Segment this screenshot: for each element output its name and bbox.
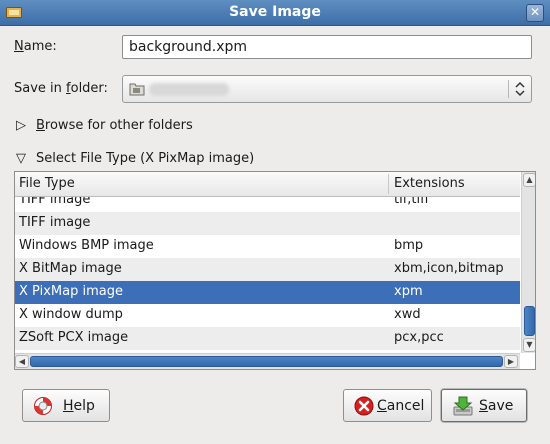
row-file-type: X BitMap image [19,261,122,276]
scroll-up-button[interactable]: ▲ [523,173,535,187]
name-label-rest: ame: [23,39,57,54]
row-file-type: X PixMap image [19,284,123,299]
table-row[interactable]: X window dump xwd [15,304,520,327]
save-mnemonic: S [479,398,488,414]
browse-label-rest: rowse for other folders [44,118,193,133]
save-label-rest: ave [487,398,514,414]
row-extensions: bmp [394,238,424,253]
scroll-left-button[interactable]: ◀ [15,355,29,368]
folder-name [149,83,229,96]
folder-label-rest: older: [70,81,108,96]
name-input[interactable]: background.xpm [122,35,532,59]
save-button[interactable]: Save [441,389,527,422]
row-extensions: xwd [394,307,421,322]
table-row-selected[interactable]: X PixMap image xpm [15,281,520,304]
filetype-expander-arrow-icon[interactable]: ▽ [16,151,26,166]
window-title: Save Image [229,4,321,20]
horizontal-scrollbar[interactable]: ◀ ▶ [15,353,520,369]
combo-updown-icon [515,81,525,97]
help-mnemonic: H [63,398,74,414]
folder-label-prefix: Save in [14,81,67,96]
help-button[interactable]: Help [22,389,110,422]
row-extensions: xpm [394,284,423,299]
horizontal-scroll-thumb[interactable] [30,356,503,367]
row-file-type: Windows BMP image [19,238,154,253]
close-button[interactable]: ✕ [526,4,544,22]
help-label: Help [63,398,95,414]
cancel-mnemonic: C [377,398,387,414]
chevron-up-icon: ▲ [526,175,533,184]
cancel-button[interactable]: Cancel [343,389,432,422]
name-label: Name: [14,39,57,54]
folder-combo[interactable] [122,75,532,103]
browse-expander-label[interactable]: Browse for other folders [36,118,193,133]
browse-mnemonic: B [36,118,45,133]
help-label-rest: elp [73,398,95,414]
save-icon [453,396,473,416]
filetype-expander-label[interactable]: Select File Type (X PixMap image) [36,151,254,166]
folder-label: Save in folder: [14,81,108,96]
column-separator [388,174,389,194]
name-label-mnemonic: N [14,39,24,54]
chevron-left-icon: ◀ [18,357,26,366]
scroll-down-button[interactable]: ▼ [523,338,535,352]
table-row[interactable]: X BitMap image xbm,icon,bitmap [15,258,520,281]
vertical-scroll-thumb[interactable] [524,306,535,336]
row-file-type: X window dump [19,307,123,322]
filetype-list[interactable]: File Type Extensions TIFF image tif,tiff… [14,171,536,370]
row-extensions: xbm,icon,bitmap [394,261,504,276]
table-row[interactable]: TIFF image [15,212,520,235]
column-header-extensions[interactable]: Extensions [394,176,465,191]
chevron-down-icon: ▼ [526,340,533,349]
row-file-type: TIFF image [19,215,91,230]
browse-expander-arrow-icon[interactable]: ▷ [16,118,26,133]
close-icon: ✕ [529,5,541,19]
folder-icon [129,83,145,96]
save-label: Save [479,398,513,414]
list-rows: TIFF image tif,tiff TIFF image Windows B… [15,197,520,352]
scroll-right-button[interactable]: ▶ [504,355,518,368]
vertical-scrollbar[interactable]: ▲ ▼ [521,172,535,353]
list-header: File Type Extensions [15,172,520,197]
table-row[interactable]: TIFF image tif,tiff [15,197,520,212]
row-file-type: ZSoft PCX image [19,330,129,345]
table-row[interactable]: Windows BMP image bmp [15,235,520,258]
combo-separator [508,80,509,98]
column-header-file-type[interactable]: File Type [19,176,75,191]
cancel-icon [354,396,374,416]
chevron-right-icon: ▶ [507,357,515,366]
lifebuoy-icon [34,397,52,415]
row-extensions: tif,tiff [394,197,430,207]
row-file-type: TIFF image [19,197,91,207]
row-extensions: pcx,pcc [394,330,444,345]
cancel-label-rest: ancel [386,398,425,414]
cancel-label: Cancel [377,398,424,414]
table-row[interactable]: ZSoft PCX image pcx,pcc [15,327,520,350]
title-bar: Save Image ✕ [0,0,550,26]
